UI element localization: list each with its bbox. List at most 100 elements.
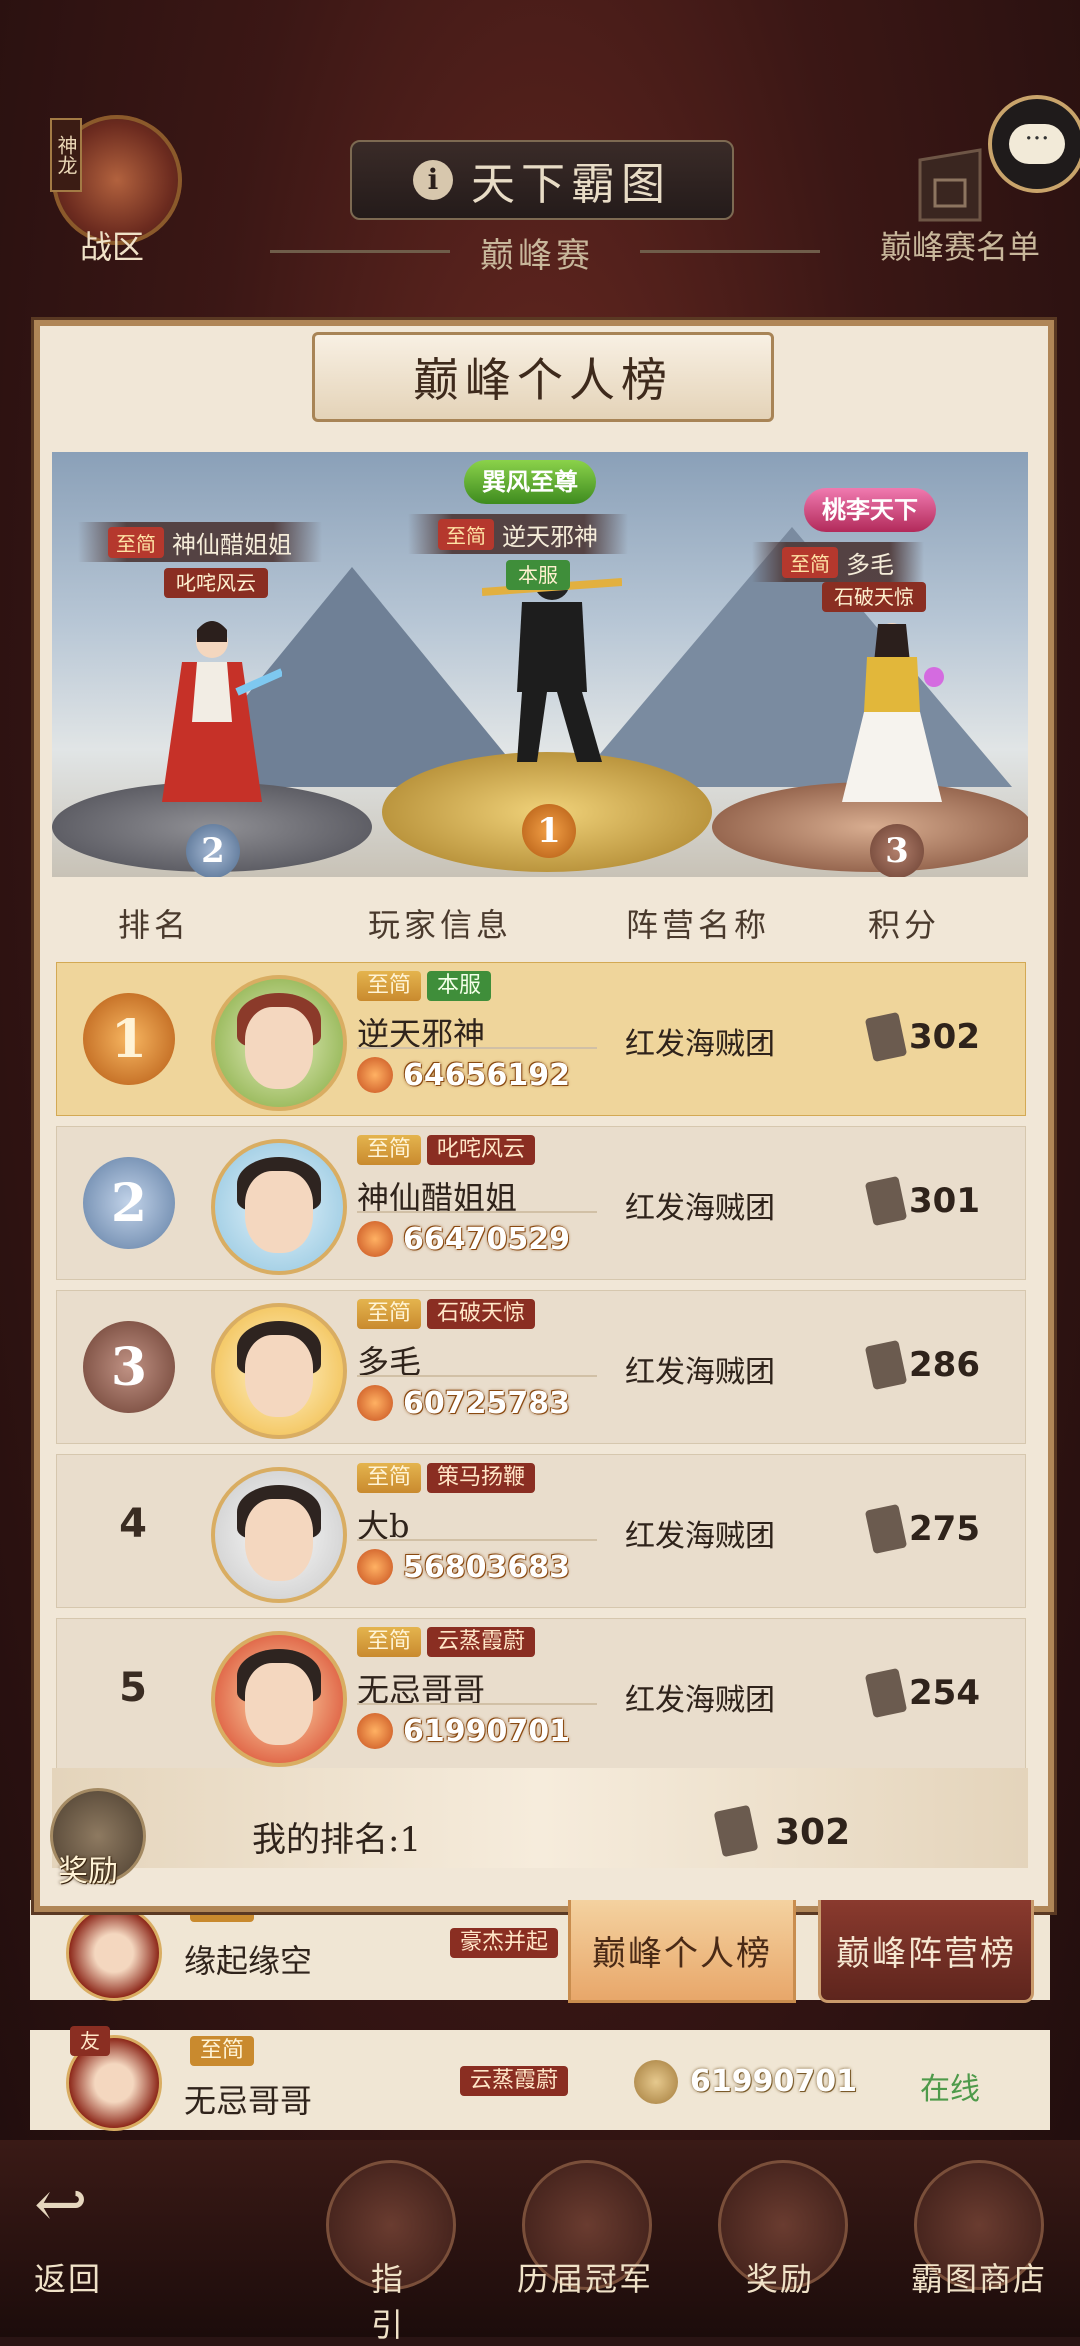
divider (357, 1047, 597, 1049)
server-chip: 石破天惊 (822, 582, 926, 612)
power-icon (357, 1057, 393, 1093)
player-name: 多毛 (846, 550, 894, 579)
reward-button[interactable]: 奖励 (58, 1846, 118, 1890)
zone-chip: 至简 (357, 1627, 422, 1657)
back-button[interactable]: 返回 (34, 2254, 102, 2300)
page-subtitle: 巅峰赛 (480, 236, 594, 276)
power-value: 61990701 (690, 2064, 857, 2099)
podium-nameplate-2[interactable]: 至简 神仙醋姐姐 (78, 522, 322, 562)
zone-label[interactable]: 战区 (80, 222, 144, 268)
power-value: 66470529 (403, 1221, 570, 1257)
power-value: 61990701 (403, 1713, 570, 1749)
medal-3-icon: 3 (870, 824, 924, 877)
medal-2-icon: 2 (186, 824, 240, 877)
table-row[interactable]: 5 至简 云蒸霞蔚 无忌哥哥 61990701 红发海贼团 254 (56, 1618, 1026, 1772)
divider (357, 1211, 597, 1213)
my-rank-text: 我的排名:1 (252, 1820, 422, 1860)
table-row[interactable]: 1 至简 本服 逆天邪神 64656192 红发海贼团 302 (56, 962, 1026, 1116)
panel-title-plate: 巅峰个人榜 (312, 332, 774, 422)
zone-chip: 至简 (357, 1299, 422, 1329)
zone-chip: 至简 (438, 518, 494, 550)
title-plate: i 天下霸图 (350, 140, 734, 220)
zone-chip: 至简 (108, 526, 164, 558)
character-figure-3[interactable] (822, 612, 962, 812)
table-header: 排名 玩家信息 阵营名称 积分 (52, 900, 1028, 948)
table-row[interactable]: 3 至简 石破天惊 多毛 60725783 红发海贼团 286 (56, 1290, 1026, 1444)
score-token-icon (864, 1339, 908, 1391)
divider (640, 250, 820, 253)
back-arrow-icon[interactable]: ↩ (34, 2173, 94, 2237)
avatar[interactable] (211, 1631, 347, 1767)
podium-nameplate-1[interactable]: 至简 逆天邪神 (408, 514, 628, 554)
server-chip: 叱咤风云 (164, 568, 268, 598)
avatar[interactable] (211, 1467, 347, 1603)
podium-nameplate-3[interactable]: 至简 多毛 (752, 542, 924, 582)
column-header-player: 玩家信息 (368, 906, 513, 944)
info-icon[interactable]: i (413, 160, 453, 200)
power-value: 60725783 (403, 1385, 570, 1421)
chat-icon: ··· (1009, 124, 1065, 164)
score-value: 301 (909, 1181, 980, 1221)
rank-medal-icon: 3 (83, 1321, 175, 1413)
avatar[interactable] (211, 1303, 347, 1439)
zone-chip: 至简 (357, 1463, 422, 1493)
avatar[interactable] (211, 1139, 347, 1275)
camp-name: 红发海贼团 (625, 1683, 775, 1718)
player-name: 逆天邪神 (502, 522, 598, 551)
avatar-face (245, 1499, 313, 1581)
power-value: 56803683 (403, 1549, 570, 1585)
podium: 巽风至尊 桃李天下 至简 神仙醋姐姐 叱咤风云 至简 逆天邪神 本服 至简 多毛… (52, 452, 1028, 877)
rank-medal-icon: 2 (83, 1157, 175, 1249)
player-name: 神仙醋姐姐 (172, 530, 292, 559)
score-value: 302 (909, 1017, 980, 1057)
zone-chip: 至简 (782, 546, 838, 578)
my-score-value: 302 (775, 1812, 851, 1853)
divider (357, 1539, 597, 1541)
player-name: 缘起缘空 (184, 1942, 313, 1980)
score-value: 254 (909, 1673, 980, 1713)
column-header-camp: 阵营名称 (626, 906, 771, 944)
medal-1-icon: 1 (522, 804, 576, 858)
score-token-icon (864, 1011, 908, 1063)
power-icon (357, 1385, 393, 1421)
zone-chip: 至简 (357, 971, 422, 1001)
avatar-face (245, 1335, 313, 1417)
shop-button[interactable]: 霸图商店 (904, 2254, 1054, 2300)
champions-button[interactable]: 历届冠军 (510, 2254, 660, 2300)
panel-title: 巅峰个人榜 (413, 353, 673, 407)
server-chip: 本服 (506, 560, 570, 590)
avatar-face (245, 1663, 313, 1745)
camp-name: 红发海贼团 (625, 1519, 775, 1554)
zone-chip: 至简 (190, 2036, 255, 2066)
avatar-face (245, 1171, 313, 1253)
server-chip: 石破天惊 (427, 1299, 536, 1329)
power-icon (357, 1713, 393, 1749)
power-icon (634, 2060, 678, 2104)
score-value: 275 (909, 1509, 980, 1549)
score-token-icon (864, 1175, 908, 1227)
zone-tag: 神龙 (50, 118, 82, 192)
character-figure-2[interactable] (142, 612, 282, 812)
zone-chip: 至简 (357, 1135, 422, 1165)
tab-personal-ranking[interactable]: 巅峰个人榜 (568, 1900, 796, 2003)
camp-name: 红发海贼团 (625, 1191, 775, 1226)
rank-list-button[interactable]: 巅峰赛名单 (880, 222, 1040, 268)
table-row[interactable]: 2 至简 叱咤风云 神仙醋姐姐 66470529 红发海贼团 301 (56, 1126, 1026, 1280)
tab-camp-ranking[interactable]: 巅峰阵营榜 (818, 1900, 1034, 2003)
power-value: 64656192 (403, 1057, 570, 1093)
rewards-button[interactable]: 奖励 (744, 2254, 816, 2300)
player-name: 无忌哥哥 (184, 2082, 313, 2120)
server-chip: 策马扬鞭 (427, 1463, 536, 1493)
server-chip: 本服 (427, 971, 492, 1001)
chat-button[interactable]: ··· (988, 95, 1080, 193)
table-row[interactable]: 4 至简 策马扬鞭 大b 56803683 红发海贼团 275 (56, 1454, 1026, 1608)
list-item: 友 至简 无忌哥哥 云蒸霞蔚 61990701 在线 (30, 2026, 1050, 2131)
server-chip: 豪杰并起 (450, 1928, 559, 1958)
rank-number: 5 (119, 1665, 147, 1711)
guide-button[interactable]: 指引 (356, 2254, 420, 2346)
avatar[interactable] (211, 975, 347, 1111)
score-token-icon (864, 1667, 908, 1719)
column-header-score: 积分 (868, 906, 941, 944)
header: 神龙 战区 i 天下霸图 巅峰赛 巅峰赛名单 ··· (0, 0, 1080, 300)
divider (357, 1703, 597, 1705)
